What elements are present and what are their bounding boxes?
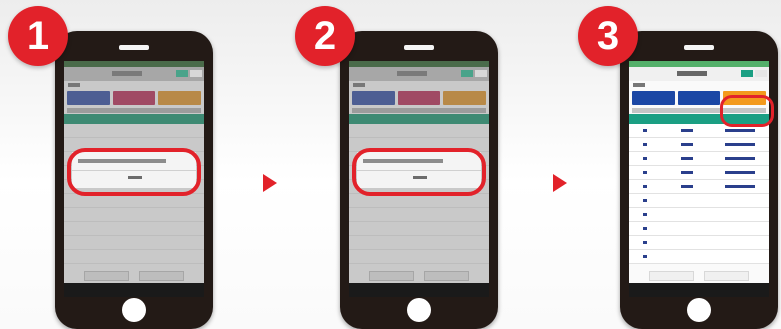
bottom-button[interactable] <box>84 271 129 281</box>
bottom-button[interactable] <box>424 271 469 281</box>
table-row <box>64 124 204 138</box>
highlight-ring <box>720 95 774 127</box>
android-nav-bar <box>349 283 489 297</box>
bottom-button-bar <box>629 271 769 281</box>
action-button[interactable] <box>632 91 675 105</box>
section-label <box>349 81 489 89</box>
table-row <box>349 194 489 208</box>
bottom-button[interactable] <box>649 271 694 281</box>
highlight-ring <box>352 148 486 196</box>
app-title-bar <box>64 67 204 81</box>
table-row <box>349 124 489 138</box>
action-button[interactable] <box>677 91 721 105</box>
table-header <box>64 114 204 124</box>
bottom-button-bar <box>349 271 489 281</box>
action-button-row <box>349 89 489 107</box>
table-row <box>629 250 769 264</box>
table-row[interactable] <box>629 152 769 166</box>
action-button[interactable] <box>397 91 441 105</box>
app-title-bar <box>629 67 769 81</box>
table-row[interactable] <box>629 166 769 180</box>
note-text <box>352 108 486 113</box>
action-button[interactable] <box>112 91 156 105</box>
table-row <box>64 208 204 222</box>
table-row <box>629 194 769 208</box>
table-row[interactable] <box>629 138 769 152</box>
table-header <box>349 114 489 124</box>
phone-step-2 <box>340 31 498 329</box>
table-row <box>349 236 489 250</box>
table-row <box>349 222 489 236</box>
highlight-ring <box>67 148 201 196</box>
table-row <box>64 222 204 236</box>
action-button[interactable] <box>443 91 487 105</box>
table-row[interactable] <box>629 180 769 194</box>
table-row <box>629 236 769 250</box>
table-row <box>349 208 489 222</box>
table-rows <box>629 124 769 264</box>
bottom-button[interactable] <box>369 271 414 281</box>
android-nav-bar <box>64 283 204 297</box>
phone-step-3 <box>620 31 778 329</box>
step-badge-3: 3 <box>578 6 638 66</box>
section-label <box>64 81 204 89</box>
phone-speaker <box>404 45 434 50</box>
bottom-button[interactable] <box>139 271 184 281</box>
table-row <box>349 250 489 264</box>
table-row <box>64 250 204 264</box>
phone-step-1 <box>55 31 213 329</box>
note-text <box>67 108 201 113</box>
bottom-button-bar <box>64 271 204 281</box>
bottom-button[interactable] <box>704 271 749 281</box>
table-row <box>64 236 204 250</box>
home-button[interactable] <box>122 298 146 322</box>
action-button[interactable] <box>352 91 395 105</box>
action-button[interactable] <box>158 91 202 105</box>
app-title-bar <box>349 67 489 81</box>
step-badge-2: 2 <box>295 6 355 66</box>
phone-speaker <box>684 45 714 50</box>
arrow-right-icon <box>553 174 567 192</box>
phone-speaker <box>119 45 149 50</box>
arrow-right-icon <box>263 174 277 192</box>
android-nav-bar <box>629 283 769 297</box>
home-button[interactable] <box>687 298 711 322</box>
action-button[interactable] <box>67 91 110 105</box>
section-label <box>629 81 769 89</box>
table-row <box>629 208 769 222</box>
step-badge-1: 1 <box>8 6 68 66</box>
table-row <box>629 222 769 236</box>
home-button[interactable] <box>407 298 431 322</box>
action-button-row <box>64 89 204 107</box>
table-row <box>64 194 204 208</box>
